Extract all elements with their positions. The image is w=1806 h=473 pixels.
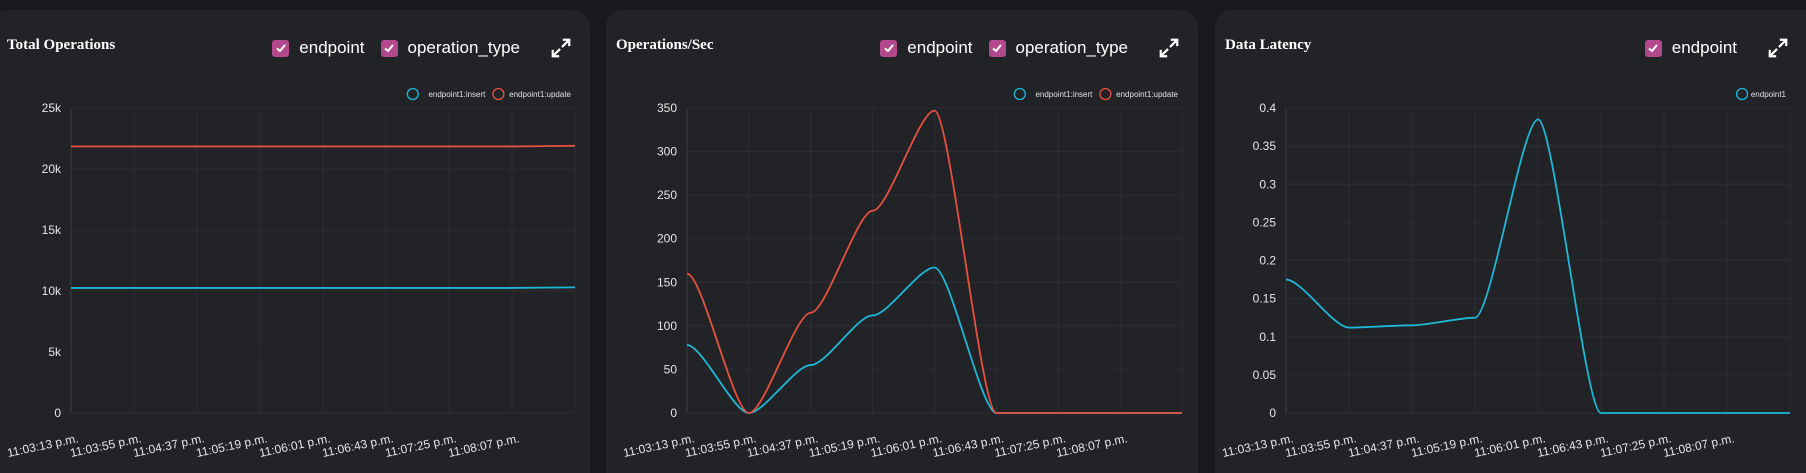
check-icon [884, 44, 894, 53]
endpoint-filter[interactable]: endpoint [880, 38, 973, 58]
y-tick-label: 10k [42, 284, 62, 298]
series-line [71, 144, 576, 148]
chart-panel-total-operations: 0 5k 10k 15k 20k 25k 11:03:13 p.m. 11:03:55 p.m… [0, 10, 590, 473]
legend-label: endpoint1:insert [1035, 90, 1093, 99]
endpoint-filter[interactable]: endpoint [272, 38, 365, 58]
total-operations-chart: 05k10k15k20k25k11:03:13 p.m.11:03:55 p.m… [6, 87, 576, 460]
legend-marker [492, 87, 505, 101]
y-tick-label: 0.05 [1253, 368, 1277, 382]
operation-type-label: operation_type [1015, 38, 1128, 57]
expand-arrows-icon [1159, 38, 1179, 58]
y-tick-label: 20k [42, 162, 62, 176]
expand-arrows-icon [551, 38, 571, 58]
legend-label: endpoint1:update [1116, 90, 1178, 99]
x-tick-label: 11:08:07 p.m. [447, 431, 521, 460]
y-tick-label: 0.2 [1259, 254, 1276, 268]
legend-label: endpoint1:update [509, 90, 571, 99]
legend-label: endpoint1:insert [428, 90, 486, 99]
endpoint-checkbox[interactable] [1644, 39, 1662, 57]
panel-controls: endpoint operation_type [272, 35, 574, 61]
y-tick-label: 50 [664, 362, 678, 376]
y-tick-label: 200 [657, 232, 677, 246]
panel-title: Total Operations [7, 37, 116, 53]
y-tick-label: 150 [657, 275, 677, 289]
legend-marker [1735, 87, 1749, 101]
y-tick-label: 0.3 [1259, 177, 1276, 191]
expand-button[interactable] [548, 35, 574, 61]
endpoint-label: endpoint [907, 38, 973, 57]
y-tick-label: 0.35 [1253, 139, 1277, 153]
chart-panel-data-latency: 0 0.05 0.1 0.15 0.2 0.25 0.3 0.35 0.4 11:03:13 p.… [1215, 10, 1806, 473]
endpoint-checkbox[interactable] [880, 39, 898, 57]
y-tick-label: 0 [1269, 406, 1276, 420]
check-icon [276, 44, 286, 53]
operation-type-filter[interactable]: operation_type [380, 38, 520, 58]
panel-title: Operations/Sec [616, 37, 714, 53]
endpoint-label: endpoint [1671, 38, 1737, 57]
y-tick-label: 350 [657, 101, 677, 115]
check-icon [992, 44, 1002, 53]
legend-marker [406, 87, 419, 101]
legend-marker [1013, 87, 1026, 101]
series-line [71, 286, 576, 289]
operations-per-sec-chart: 05010015020025030035011:03:13 p.m.11:03:… [622, 87, 1183, 460]
panel-controls: endpoint operation_type [880, 35, 1182, 61]
x-tick-label: 11:08:07 p.m. [1055, 431, 1129, 460]
y-tick-label: 0.4 [1259, 101, 1276, 115]
operation-type-label: operation_type [407, 38, 520, 57]
y-tick-label: 300 [657, 145, 677, 159]
endpoint-filter[interactable]: endpoint [1644, 38, 1737, 58]
check-icon [1648, 44, 1659, 53]
y-tick-label: 250 [657, 188, 677, 202]
x-tick-label: 11:08:07 p.m. [1662, 431, 1736, 460]
y-tick-label: 0.15 [1253, 292, 1277, 306]
y-tick-label: 25k [42, 101, 62, 115]
legend-label: endpoint1 [1751, 90, 1787, 99]
check-icon [384, 44, 394, 53]
y-tick-label: 5k [48, 345, 62, 359]
operation-type-checkbox[interactable] [988, 39, 1006, 57]
expand-button[interactable] [1156, 35, 1182, 61]
y-tick-label: 15k [42, 223, 62, 237]
legend-marker [1099, 87, 1112, 101]
endpoint-checkbox[interactable] [272, 39, 290, 57]
y-tick-label: 0.1 [1259, 330, 1276, 344]
y-tick-label: 0.25 [1253, 215, 1277, 229]
y-tick-label: 0 [670, 406, 677, 420]
panel-controls: endpoint [1644, 35, 1791, 61]
data-latency-chart: 00.050.10.150.20.250.30.350.411:03:13 p.… [1221, 87, 1791, 460]
expand-arrows-icon [1768, 38, 1788, 58]
y-tick-label: 100 [657, 319, 677, 333]
y-tick-label: 0 [54, 406, 61, 420]
chart-panel-operations-per-sec: 0 50 100 150 200 250 300 350 11:03:13 p.m. 11:03:… [606, 10, 1198, 473]
operation-type-filter[interactable]: operation_type [988, 38, 1128, 58]
endpoint-label: endpoint [299, 38, 365, 57]
expand-button[interactable] [1765, 35, 1791, 61]
operation-type-checkbox[interactable] [380, 39, 398, 57]
panel-title: Data Latency [1225, 37, 1312, 53]
